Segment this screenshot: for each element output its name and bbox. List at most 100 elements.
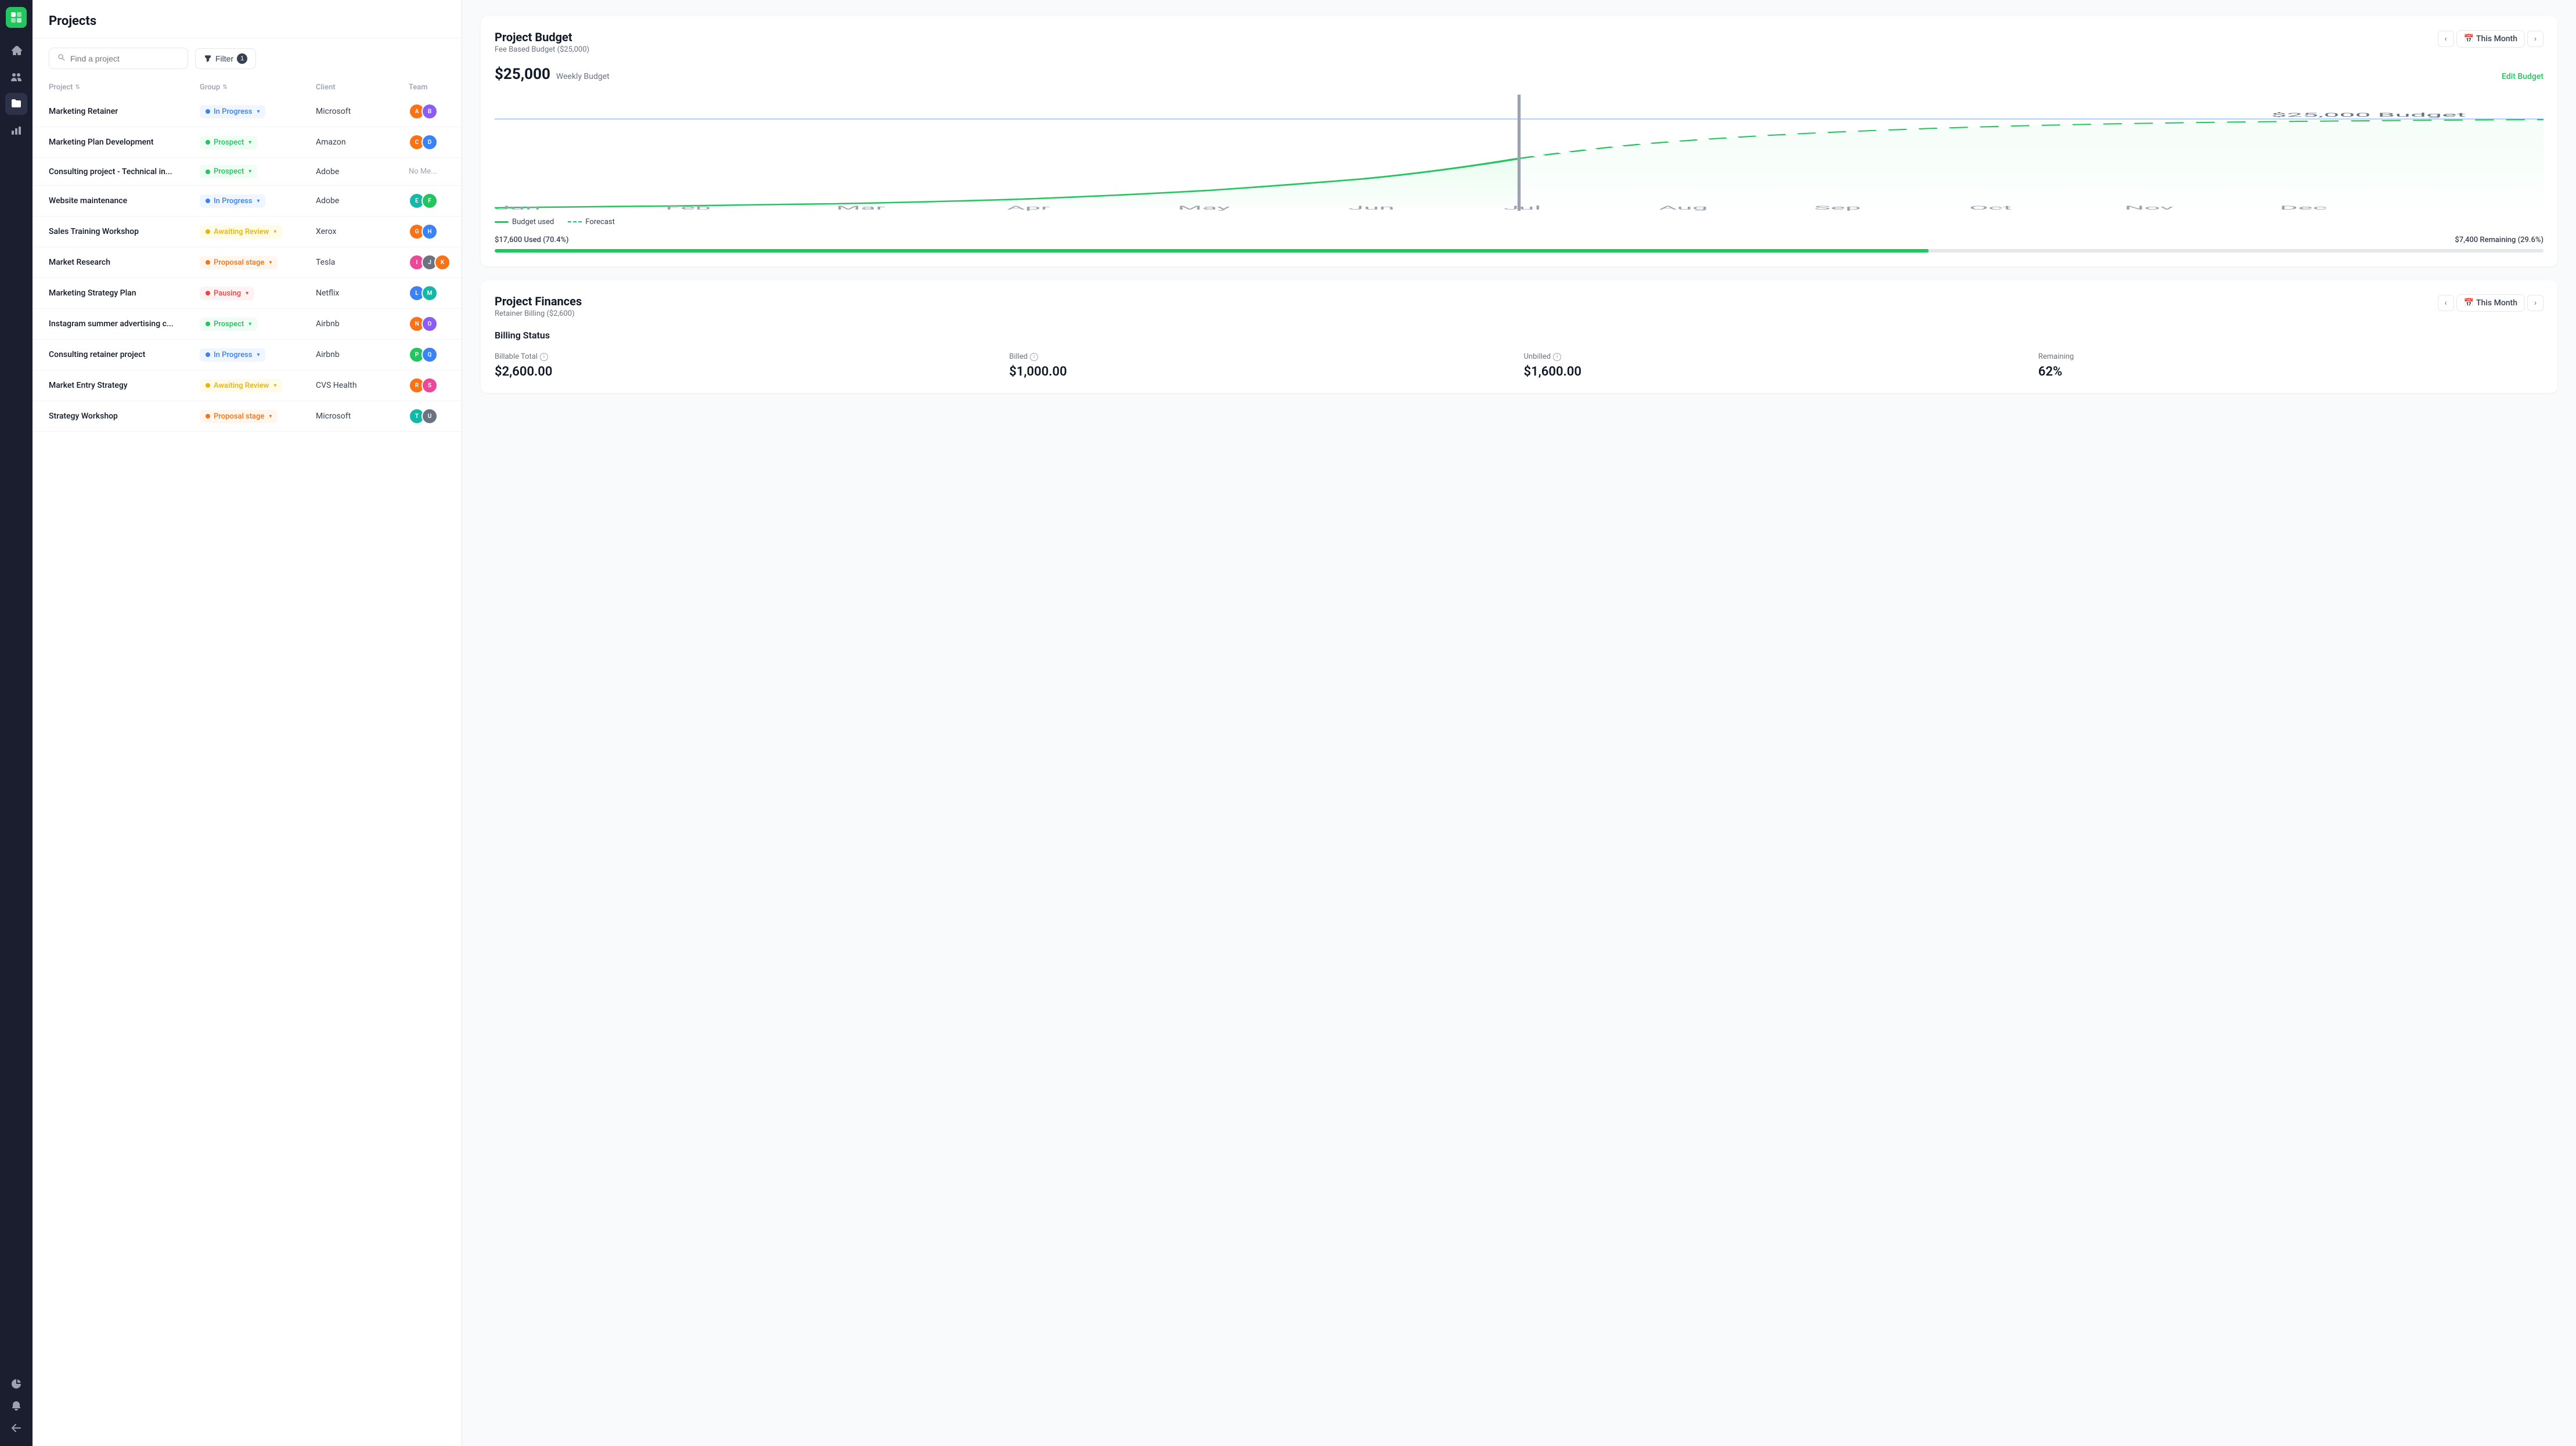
status-badge[interactable]: In Progress ▾ (200, 194, 265, 208)
chevron-down-icon: ▾ (273, 229, 276, 235)
table-row[interactable]: Market Entry Strategy Awaiting Review ▾ … (33, 370, 462, 401)
table-row[interactable]: Instagram summer advertising c... Prospe… (33, 309, 462, 340)
projects-header: Projects (33, 0, 462, 38)
finances-subtitle: Retainer Billing ($2,600) (495, 309, 582, 318)
team-avatars: A B (409, 103, 462, 120)
info-icon[interactable]: i (540, 353, 548, 361)
status-dot (206, 170, 210, 174)
team-avatars: T U (409, 408, 462, 424)
budget-prev-button[interactable]: ‹ (2438, 31, 2454, 47)
svg-text:Nov: Nov (2124, 205, 2174, 211)
avatar: F (421, 193, 438, 209)
project-name: Consulting project - Technical in... (49, 167, 200, 176)
chevron-down-icon: ▾ (257, 198, 260, 204)
status-badge[interactable]: Prospect ▾ (200, 165, 257, 178)
finances-period-selector[interactable]: 📅 This Month (2456, 294, 2525, 312)
client-name: Microsoft (316, 412, 409, 421)
app-logo[interactable] (6, 7, 27, 28)
finances-prev-button[interactable]: ‹ (2438, 295, 2454, 311)
svg-text:Sep: Sep (1814, 205, 1861, 211)
client-name: CVS Health (316, 381, 409, 390)
status-badge[interactable]: Prospect ▾ (200, 318, 257, 331)
projects-table: Project ⇅ Group ⇅ Client Team Marketing … (33, 78, 462, 1446)
budget-period-label: This Month (2476, 34, 2517, 44)
team-avatars: E F (409, 193, 462, 209)
avatar: O (421, 316, 438, 332)
legend-solid-icon (495, 221, 509, 223)
budget-title-group: Project Budget Fee Based Budget ($25,000… (495, 30, 589, 54)
status-badge[interactable]: In Progress ▾ (200, 105, 265, 118)
billing-total-value: $2,600.00 (495, 365, 1000, 379)
column-group: Group ⇅ (200, 83, 316, 92)
table-row[interactable]: Market Research Proposal stage ▾ Tesla I… (33, 247, 462, 278)
team-avatars: C D (409, 134, 462, 150)
remaining-value: 62% (2038, 365, 2543, 379)
sidebar-item-reports[interactable] (5, 120, 27, 142)
chart-legend: Budget used Forecast (495, 218, 2543, 226)
status-badge-cell: In Progress ▾ (200, 105, 316, 118)
client-name: Adobe (316, 167, 409, 176)
info-icon[interactable]: i (1030, 353, 1038, 361)
finances-card: Project Finances Retainer Billing ($2,60… (481, 280, 2557, 393)
budget-amount-row: $25,000 Weekly Budget (495, 66, 610, 83)
budget-chart: $25,000 Budget Jan Feb Mar Apr (495, 95, 2543, 211)
budget-period-nav: ‹ 📅 This Month › (2438, 30, 2543, 48)
unbilled-item: Unbilled i $1,600.00 (1524, 352, 2029, 379)
column-project: Project ⇅ (49, 83, 200, 92)
client-name: Netflix (316, 289, 409, 298)
status-dot (206, 199, 210, 203)
search-box[interactable] (49, 48, 188, 69)
no-member-text: No Me... (409, 167, 462, 176)
filter-button[interactable]: Filter 1 (195, 48, 256, 69)
status-badge-cell: Prospect ▾ (200, 136, 316, 149)
table-row[interactable]: Strategy Workshop Proposal stage ▾ Micro… (33, 401, 462, 432)
remaining-amount: $7,400 Remaining (29.6%) (2455, 236, 2543, 244)
budget-stats: $17,600 Used (70.4%) $7,400 Remaining (2… (495, 236, 2543, 244)
table-row[interactable]: Consulting project - Technical in... Pro… (33, 158, 462, 186)
sidebar-item-projects[interactable] (5, 93, 27, 115)
budget-period-selector[interactable]: 📅 This Month (2456, 30, 2525, 48)
legend-forecast: Forecast (568, 218, 614, 226)
project-name: Consulting retainer project (49, 350, 200, 359)
sidebar-item-contacts[interactable] (5, 66, 27, 88)
svg-text:Jun: Jun (1348, 205, 1395, 211)
sidebar-item-chart[interactable] (5, 1373, 27, 1395)
info-icon[interactable]: i (1553, 353, 1561, 361)
status-badge[interactable]: Pausing ▾ (200, 287, 254, 300)
table-row[interactable]: Website maintenance In Progress ▾ Adobe … (33, 186, 462, 217)
chevron-down-icon: ▾ (248, 139, 251, 146)
sidebar-item-bell[interactable] (5, 1395, 27, 1417)
filter-label: Filter (215, 54, 233, 63)
status-badge[interactable]: Proposal stage ▾ (200, 256, 278, 269)
svg-text:$25,000 Budget: $25,000 Budget (2271, 112, 2466, 118)
status-badge-cell: Awaiting Review ▾ (200, 379, 316, 392)
column-team: Team (409, 83, 462, 92)
filter-count: 1 (237, 53, 247, 64)
status-badge[interactable]: In Progress ▾ (200, 348, 265, 362)
project-name: Marketing Strategy Plan (49, 289, 200, 298)
table-row[interactable]: Marketing Strategy Plan Pausing ▾ Netfli… (33, 278, 462, 309)
page-title: Projects (49, 14, 445, 28)
status-dot (206, 352, 210, 357)
finances-next-button[interactable]: › (2527, 295, 2543, 311)
search-input[interactable] (70, 54, 179, 63)
status-badge[interactable]: Awaiting Review ▾ (200, 379, 282, 392)
status-badge[interactable]: Awaiting Review ▾ (200, 225, 282, 239)
svg-text:May: May (1177, 205, 1230, 211)
table-row[interactable]: Consulting retainer project In Progress … (33, 340, 462, 370)
sidebar-item-back[interactable] (5, 1417, 27, 1439)
budget-next-button[interactable]: › (2527, 31, 2543, 47)
project-name: Marketing Plan Development (49, 138, 200, 147)
status-badge[interactable]: Proposal stage ▾ (200, 410, 278, 423)
table-row[interactable]: Marketing Retainer In Progress ▾ Microso… (33, 96, 462, 127)
project-name: Strategy Workshop (49, 412, 200, 421)
sort-icon-project: ⇅ (75, 84, 80, 91)
sidebar-item-home[interactable] (5, 39, 27, 62)
status-badge[interactable]: Prospect ▾ (200, 136, 257, 149)
team-avatars: R S (409, 377, 462, 394)
edit-budget-link[interactable]: Edit Budget (2502, 72, 2543, 81)
chevron-down-icon: ▾ (248, 168, 251, 175)
avatar: U (421, 408, 438, 424)
table-row[interactable]: Marketing Plan Development Prospect ▾ Am… (33, 127, 462, 158)
table-row[interactable]: Sales Training Workshop Awaiting Review … (33, 217, 462, 247)
